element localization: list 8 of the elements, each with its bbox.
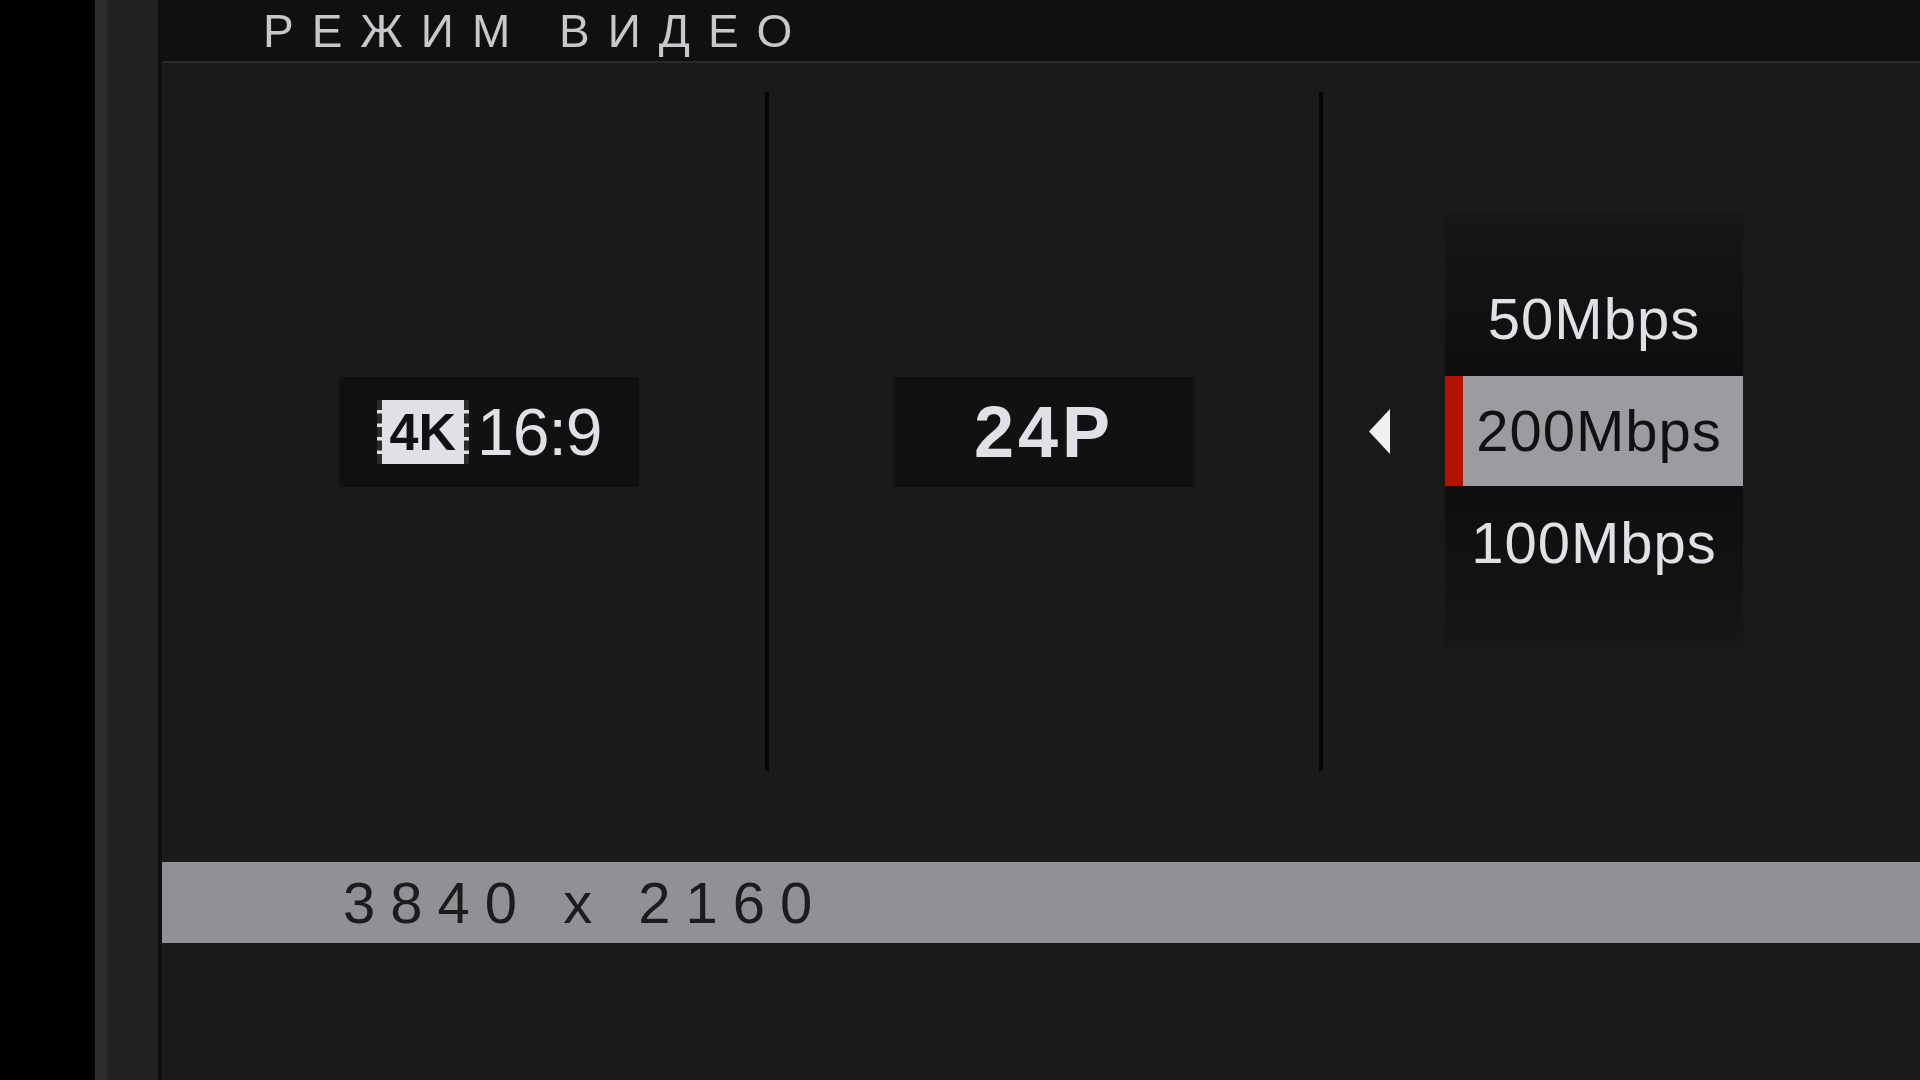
option-item[interactable]: 200Mbps xyxy=(1445,376,1743,486)
aspect-ratio-text: 16:9 xyxy=(477,398,602,465)
frame-rate-display: 24P xyxy=(894,376,1194,487)
info-bar: 3840 x 2160 xyxy=(162,862,1920,943)
option-item[interactable]: 100Mbps xyxy=(1445,488,1743,598)
option-item[interactable]: 50Mbps xyxy=(1445,264,1743,374)
resolution-badge: 4K xyxy=(376,399,469,464)
caret-left-icon xyxy=(1369,409,1390,454)
